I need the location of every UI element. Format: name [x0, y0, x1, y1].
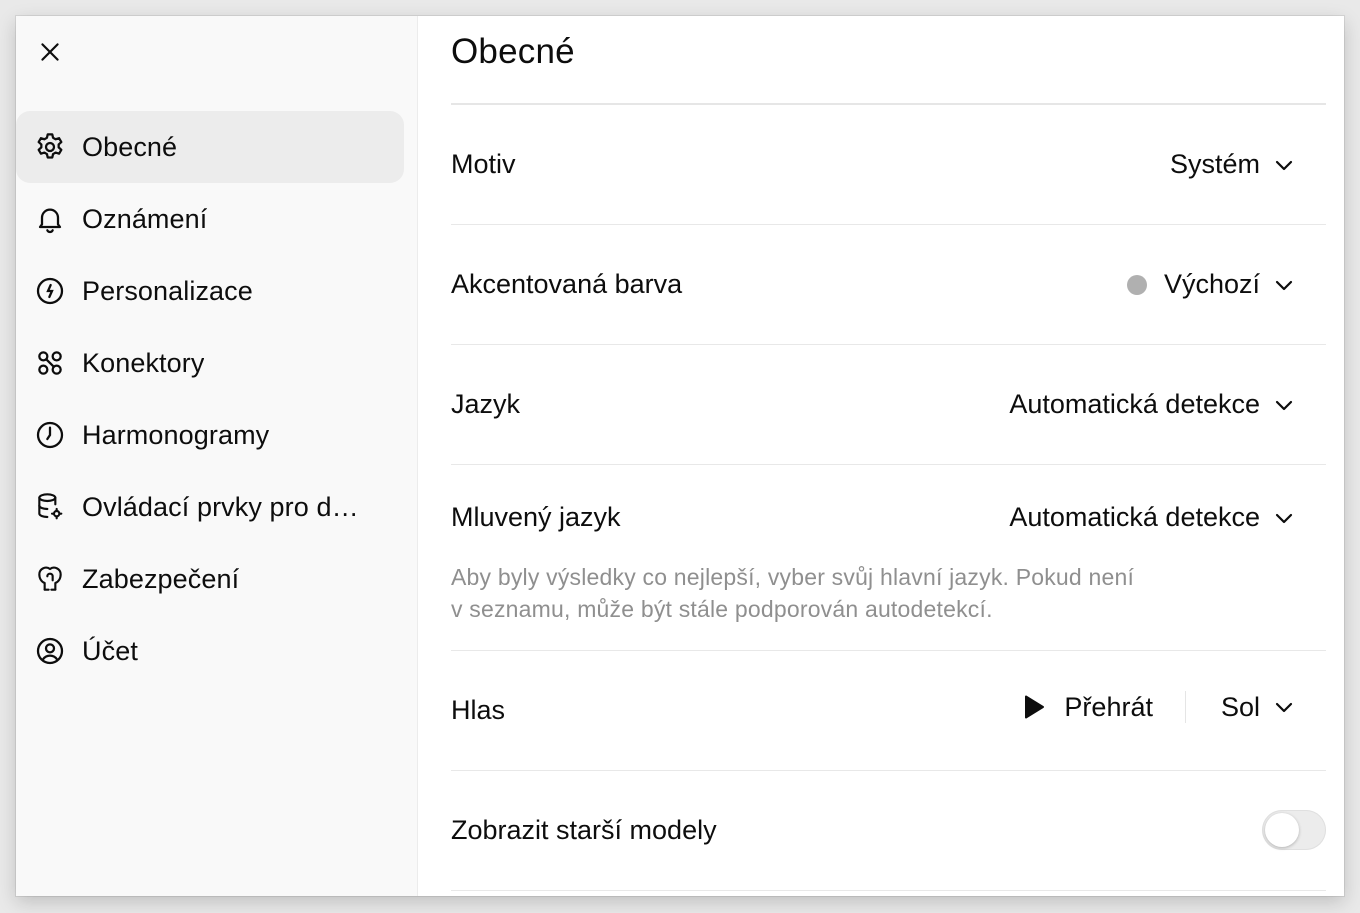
- sidebar-nav: Obecné Oznámení Personalizace Konektory …: [16, 111, 404, 687]
- setting-row-language: Jazyk Automatická detekce: [451, 345, 1326, 465]
- close-icon: [37, 39, 63, 70]
- voice-value: Sol: [1220, 691, 1260, 722]
- sidebar-item-schedules[interactable]: Harmonogramy: [16, 399, 404, 471]
- sidebar-item-notifications[interactable]: Oznámení: [16, 183, 404, 255]
- close-button[interactable]: [34, 38, 66, 70]
- description-line: v seznamu, může být stále podporován aut…: [451, 596, 993, 622]
- sidebar-item-label: Harmonogramy: [82, 419, 270, 450]
- security-icon: [33, 562, 67, 596]
- voice-controls: Přehrát Sol: [1022, 691, 1296, 723]
- play-icon: [1022, 694, 1046, 720]
- play-voice-button[interactable]: Přehrát: [1022, 692, 1153, 723]
- bell-icon: [33, 202, 67, 236]
- setting-label: Zobrazit starší modely: [451, 815, 717, 845]
- setting-row-accent: Akcentovaná barva Výchozí: [451, 225, 1326, 345]
- language-dropdown[interactable]: Automatická detekce: [1009, 389, 1296, 420]
- language-value: Automatická detekce: [1009, 389, 1260, 419]
- voice-dropdown[interactable]: Sol: [1221, 692, 1296, 723]
- chevron-down-icon: [1272, 393, 1296, 417]
- accent-value: Výchozí: [1163, 269, 1260, 299]
- sidebar-item-personalization[interactable]: Personalizace: [16, 255, 404, 327]
- toggle-knob: [1265, 813, 1299, 847]
- theme-dropdown[interactable]: Systém: [1170, 149, 1296, 180]
- spoken-language-dropdown[interactable]: Automatická detekce: [1009, 502, 1296, 533]
- spoken-language-value: Automatická detekce: [1009, 502, 1260, 532]
- sidebar-item-security[interactable]: Zabezpečení: [16, 543, 404, 615]
- legacy-models-toggle[interactable]: [1262, 810, 1326, 850]
- settings-content: Obecné Motiv Systém Akcentovaná barva Vý…: [451, 16, 1326, 896]
- setting-label: Akcentovaná barva: [451, 269, 683, 299]
- chevron-down-icon: [1272, 273, 1296, 297]
- chevron-down-icon: [1272, 695, 1296, 719]
- voice-divider: [1184, 691, 1186, 723]
- setting-row-theme: Motiv Systém: [451, 105, 1326, 225]
- chevron-down-icon: [1272, 153, 1296, 177]
- spoken-language-description: Aby byly výsledky co nejlepší, vyber svů…: [451, 561, 1211, 625]
- setting-label: Motiv: [451, 149, 516, 179]
- page-title: Obecné: [451, 32, 575, 71]
- setting-label: Hlas: [451, 695, 506, 725]
- accent-color-dropdown[interactable]: Výchozí: [1126, 269, 1296, 300]
- setting-label: Jazyk: [451, 389, 521, 419]
- settings-dialog: Obecné Oznámení Personalizace Konektory …: [16, 16, 1344, 896]
- sidebar-item-general[interactable]: Obecné: [16, 111, 404, 183]
- sidebar-item-connectors[interactable]: Konektory: [16, 327, 404, 399]
- sidebar-item-account[interactable]: Účet: [16, 615, 404, 687]
- play-label: Přehrát: [1064, 691, 1153, 722]
- accent-color-swatch: [1126, 274, 1147, 295]
- setting-label: Mluvený jazyk: [451, 502, 621, 532]
- connectors-icon: [33, 346, 67, 380]
- clock-icon: [33, 418, 67, 452]
- personalize-icon: [33, 274, 67, 308]
- chevron-down-icon: [1272, 506, 1296, 530]
- theme-value: Systém: [1169, 149, 1260, 179]
- description-line: Aby byly výsledky co nejlepší, vyber svů…: [451, 564, 1135, 590]
- sidebar-item-label: Obecné: [82, 131, 178, 162]
- sidebar-item-label: Oznámení: [82, 203, 208, 234]
- sidebar-item-data-controls[interactable]: Ovládací prvky pro d…: [16, 471, 404, 543]
- sidebar-item-label: Konektory: [82, 347, 205, 378]
- sidebar-item-label: Ovládací prvky pro d…: [82, 491, 359, 522]
- gear-icon: [33, 130, 67, 164]
- data-controls-icon: [33, 490, 67, 524]
- settings-sidebar: Obecné Oznámení Personalizace Konektory …: [16, 16, 418, 896]
- sidebar-item-label: Personalizace: [82, 275, 253, 306]
- sidebar-item-label: Účet: [82, 635, 138, 666]
- setting-row-voice: Hlas Přehrát Sol: [451, 651, 1326, 771]
- sidebar-item-label: Zabezpečení: [82, 563, 240, 594]
- account-icon: [33, 634, 67, 668]
- setting-row-legacy-models: Zobrazit starší modely: [451, 771, 1326, 891]
